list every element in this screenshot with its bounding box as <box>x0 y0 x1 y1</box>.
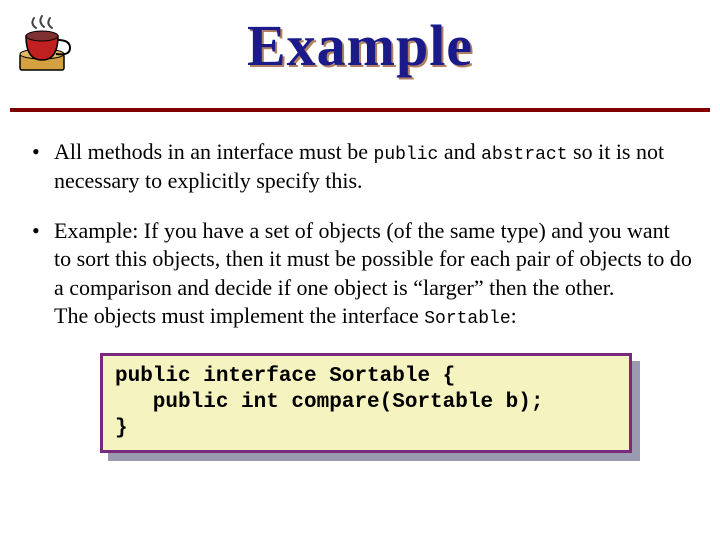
code-block: public interface Sortable { public int c… <box>100 353 632 454</box>
inline-code: public <box>374 145 439 165</box>
inline-code: Sortable <box>424 309 510 329</box>
slide-header: Example <box>0 0 720 108</box>
bullet-text: All methods in an interface must be <box>54 139 374 164</box>
coffee-cup-icon <box>12 12 82 82</box>
bullet-item: All methods in an interface must be publ… <box>28 138 692 195</box>
bullet-text: Example: If you have a set of objects (o… <box>54 218 692 327</box>
inline-code: abstract <box>481 145 567 165</box>
bullet-item: Example: If you have a set of objects (o… <box>28 217 692 331</box>
slide-title: Example <box>0 12 720 79</box>
slide-content: All methods in an interface must be publ… <box>0 112 720 453</box>
bullet-text: : <box>511 303 517 328</box>
bullet-text: and <box>438 139 481 164</box>
code-block-container: public interface Sortable { public int c… <box>100 353 632 454</box>
